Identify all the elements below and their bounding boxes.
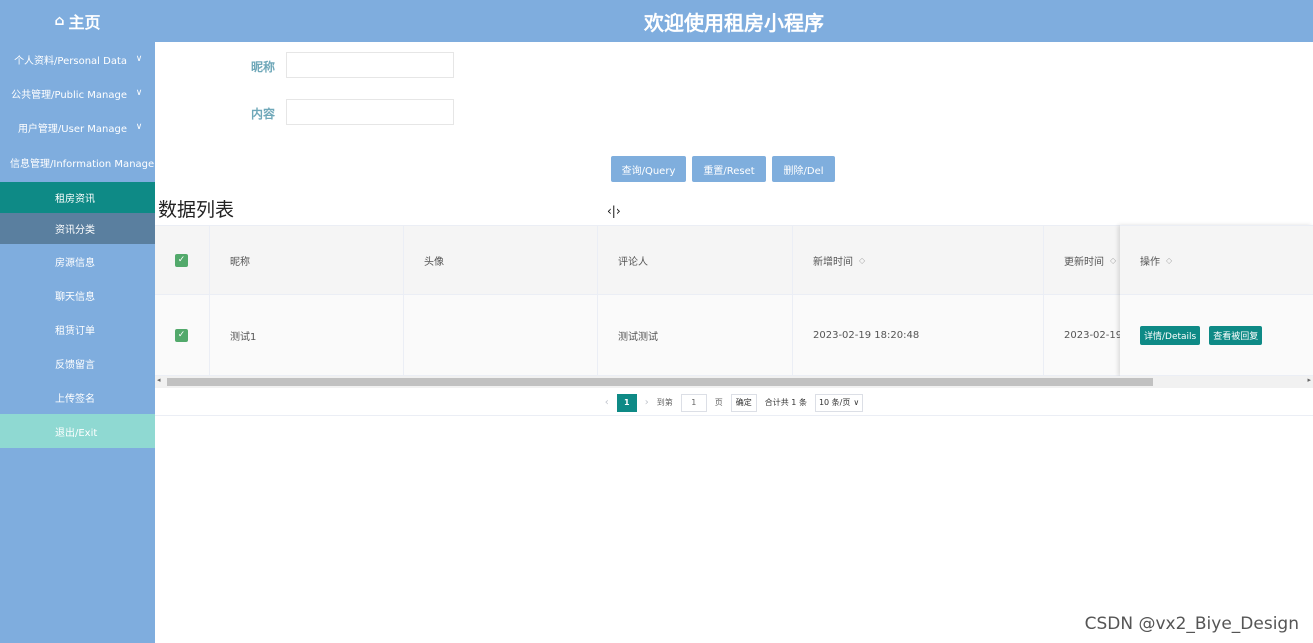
- details-button[interactable]: 详情/Details: [1140, 325, 1201, 345]
- top-header: ⌂ 主页 欢迎使用租房小程序: [0, 0, 1313, 42]
- prev-page-icon[interactable]: ‹: [605, 397, 609, 408]
- scroll-left-icon[interactable]: ◂: [157, 376, 161, 384]
- page-size-value: 10 条/页: [818, 398, 851, 407]
- column-label: 昵称: [230, 256, 250, 268]
- sort-icon[interactable]: ◇: [859, 256, 865, 265]
- column-header-created[interactable]: 新增时间 ◇: [793, 226, 1044, 294]
- nickname-input[interactable]: [286, 52, 454, 78]
- menu-label: 用户管理/User Manage: [17, 123, 127, 135]
- delete-button[interactable]: 删除/Del: [772, 156, 835, 182]
- page-unit-label: 页: [714, 398, 723, 407]
- cell-avatar: [404, 295, 598, 375]
- menu-label: 公共管理/Public Manage: [11, 89, 127, 101]
- reset-button[interactable]: 重置/Reset: [692, 156, 766, 182]
- row-checkbox[interactable]: ✓: [175, 328, 188, 342]
- select-all-checkbox[interactable]: ✓: [175, 253, 188, 267]
- goto-label: 到第: [656, 398, 673, 407]
- list-title: 数据列表: [158, 199, 235, 221]
- menu-personal-data[interactable]: 个人资料/Personal Data ∨: [0, 42, 155, 76]
- submenu-item-rental-orders[interactable]: 租赁订单: [0, 312, 155, 346]
- column-label: 评论人: [618, 256, 648, 268]
- menu-user-manage[interactable]: 用户管理/User Manage ∨: [0, 110, 155, 144]
- query-button[interactable]: 查询/Query: [611, 156, 686, 182]
- nickname-label: 昵称: [251, 60, 276, 74]
- cell-commenter: 测试测试: [598, 295, 793, 375]
- column-header-avatar: 头像: [404, 226, 598, 294]
- menu-label: 信息管理/Information Manage: [10, 158, 155, 170]
- chevron-down-icon: ∨: [135, 88, 143, 98]
- column-label: 头像: [424, 256, 444, 268]
- goto-page-input[interactable]: 1: [680, 393, 707, 412]
- resize-cursor-icon: ‹|›: [607, 204, 621, 218]
- sidebar: 个人资料/Personal Data ∨ 公共管理/Public Manage ∨ …: [0, 42, 161, 643]
- cell-created: 2023-02-19 18:20:48: [793, 295, 1044, 375]
- submenu-item-news-category[interactable]: 资讯分类: [0, 213, 155, 244]
- row-checkbox-cell: ✓: [155, 295, 210, 375]
- submenu-item-rental-news[interactable]: 租房资讯: [0, 182, 155, 213]
- scrollbar-thumb[interactable]: [167, 378, 1153, 386]
- chevron-down-icon: ∨: [135, 122, 143, 132]
- column-label: 操作: [1140, 256, 1160, 268]
- home-icon: ⌂: [54, 13, 65, 29]
- row-actions: 详情/Details 查看被回复: [1120, 295, 1313, 376]
- chevron-down-icon: ∨: [853, 398, 860, 407]
- menu-label: 个人资料/Personal Data: [14, 55, 127, 67]
- pagination: ‹ 1 › 到第 1 页 确定 合计共 1 条 10 条/页 ∨: [155, 390, 1313, 416]
- column-header-actions[interactable]: 操作 ◇: [1120, 225, 1313, 295]
- page-title: 欢迎使用租房小程序: [644, 10, 824, 35]
- sort-icon[interactable]: ◇: [1110, 256, 1116, 265]
- submenu-item-feedback[interactable]: 反馈留言: [0, 346, 155, 380]
- goto-confirm-button[interactable]: 确定: [730, 393, 757, 412]
- actions-column: 操作 ◇ 详情/Details 查看被回复: [1120, 225, 1313, 376]
- header-checkbox-cell: ✓: [155, 226, 210, 294]
- submenu-item-chat-info[interactable]: 聊天信息: [0, 278, 155, 312]
- page-size-select[interactable]: 10 条/页 ∨: [814, 393, 864, 412]
- total-count: 合计共 1 条: [764, 398, 807, 407]
- submenu: 租房资讯 资讯分类 房源信息 聊天信息 租赁订单 反馈留言 上传签名 退出/Ex…: [0, 182, 155, 448]
- home-label: 主页: [68, 13, 101, 32]
- next-page-icon[interactable]: ›: [645, 397, 649, 408]
- watermark: CSDN @vx2_Biye_Design: [1084, 614, 1299, 634]
- main-content: 昵称 内容 查询/Query 重置/Reset 删除/Del 数据列表 ‹|› …: [155, 42, 1313, 643]
- page-number-current[interactable]: 1: [616, 393, 637, 412]
- chevron-down-icon: ∨: [135, 54, 143, 64]
- column-header-commenter: 评论人: [598, 226, 793, 294]
- content-input[interactable]: [286, 99, 454, 125]
- column-label: 更新时间: [1064, 256, 1104, 268]
- cell-nickname: 测试1: [210, 295, 404, 375]
- home-link[interactable]: ⌂ 主页: [0, 0, 155, 42]
- submenu-item-upload-signature[interactable]: 上传签名: [0, 380, 155, 414]
- scroll-right-icon[interactable]: ▸: [1307, 376, 1311, 384]
- menu-information-manage[interactable]: 信息管理/Information Manage ∧: [0, 144, 161, 180]
- exit-button[interactable]: 退出/Exit: [0, 414, 155, 448]
- horizontal-scrollbar[interactable]: ◂ ▸: [155, 376, 1313, 388]
- sort-icon[interactable]: ◇: [1166, 256, 1172, 265]
- column-header-nickname: 昵称: [210, 226, 404, 294]
- content-label: 内容: [251, 107, 276, 121]
- menu-public-manage[interactable]: 公共管理/Public Manage ∨: [0, 76, 155, 110]
- view-replies-button[interactable]: 查看被回复: [1209, 325, 1263, 345]
- column-label: 新增时间: [813, 256, 853, 268]
- submenu-item-house-info[interactable]: 房源信息: [0, 244, 155, 278]
